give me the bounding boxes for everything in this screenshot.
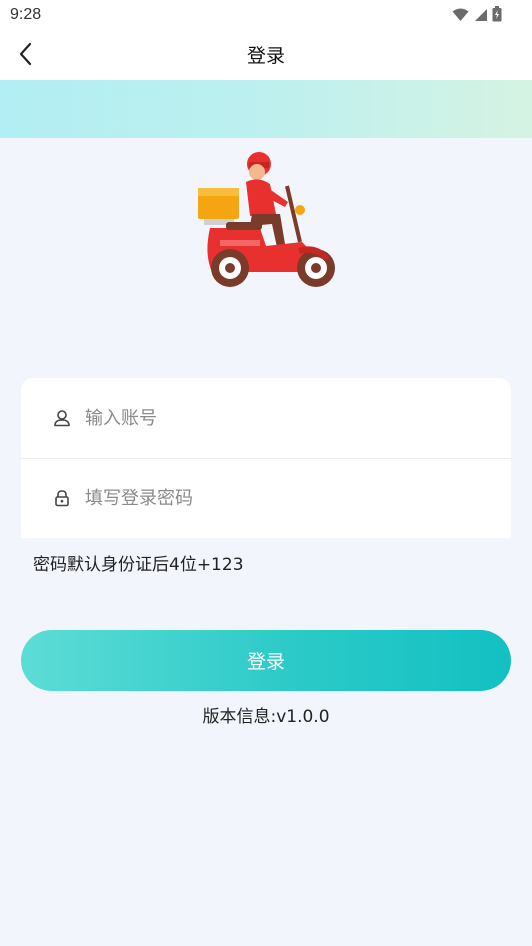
wifi-icon [452, 7, 469, 26]
status-bar: 9:28 [0, 0, 532, 30]
status-icons [452, 6, 502, 26]
app-header: 登录 [0, 30, 532, 80]
user-icon [53, 409, 71, 427]
account-row [21, 378, 511, 459]
lock-icon [53, 489, 71, 507]
header-banner [0, 80, 532, 138]
password-hint: 密码默认身份证后4位+123 [33, 555, 244, 575]
delivery-scooter-illustration [190, 150, 342, 300]
login-form-card [21, 378, 511, 538]
password-input[interactable] [85, 478, 491, 518]
account-input[interactable] [85, 398, 491, 438]
version-info: 版本信息:v1.0.0 [202, 707, 330, 727]
page-title: 登录 [246, 45, 285, 67]
status-time: 9:28 [10, 6, 42, 23]
login-button[interactable]: 登录 [21, 630, 511, 691]
password-row [21, 458, 511, 538]
cellular-signal-icon [473, 7, 488, 26]
battery-icon [492, 6, 502, 26]
